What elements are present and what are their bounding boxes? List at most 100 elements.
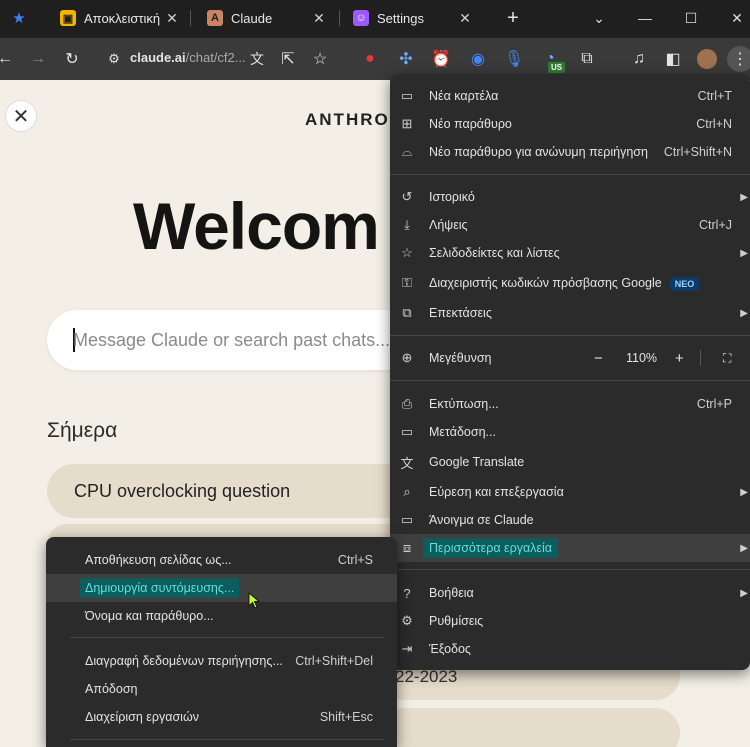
close-icon[interactable]: ✕ [457, 10, 473, 26]
menu-item-exit[interactable]: ⇥ Έξοδος [390, 635, 750, 663]
share-icon[interactable]: ⇱ [275, 46, 301, 72]
menu-divider [390, 335, 750, 336]
tab-3[interactable]: ☺ Settings ✕ [353, 0, 473, 36]
close-icon[interactable]: ✕ [311, 10, 327, 26]
menu-item-label: Διαχείριση εργασιών [85, 710, 199, 724]
menu-item-help[interactable]: ? Βοήθεια ▶ [390, 579, 750, 607]
more-tools-submenu: Αποθήκευση σελίδας ως... Ctrl+S Δημιουργ… [46, 537, 397, 747]
microphone-blue-icon[interactable]: 🎙 [501, 46, 527, 72]
menu-item-label: Άνοιγμα σε Claude [429, 513, 534, 527]
extension-network-icon[interactable]: ✣ [393, 46, 419, 72]
window-close-button[interactable]: ✕ [714, 0, 750, 36]
cast-icon: ▭ [400, 424, 414, 439]
menu-item-label: Βοήθεια [429, 586, 474, 600]
reload-icon[interactable]: ↻ [59, 46, 85, 72]
tab-1-favicon: ▣ [60, 10, 76, 26]
menu-item-bookmarks[interactable]: ☆ Σελιδοδείκτες και λίστες ▶ [390, 239, 750, 267]
bookmark-star-icon[interactable]: ★ [6, 5, 32, 31]
menu-item-label: Google Translate [429, 455, 525, 469]
menu-divider [70, 739, 385, 740]
maximize-button[interactable]: ☐ [668, 0, 714, 36]
side-panel-icon[interactable]: ◧ [660, 46, 686, 72]
chat-list-item[interactable]: CPU overclocking question [47, 464, 447, 518]
tab-2[interactable]: A Claude ✕ [207, 0, 327, 36]
search-box[interactable] [47, 310, 447, 370]
submenu-arrow-icon: ▶ [740, 542, 748, 554]
extensions-puzzle-icon[interactable]: ⧉ [574, 46, 600, 72]
menu-divider [70, 637, 385, 638]
fullscreen-icon[interactable]: ⛶ [723, 344, 731, 372]
menu-item-history[interactable]: ↺ Ιστορικό ▶ [390, 183, 750, 211]
new-window-icon: ⊞ [401, 116, 413, 131]
submenu-item-performance[interactable]: Απόδοση [46, 675, 397, 703]
tab-divider [339, 10, 340, 26]
new-tab-button[interactable]: + [500, 5, 526, 31]
chrome-main-menu: ▭ Νέα καρτέλα Ctrl+T ⊞ Νέο παράθυρο Ctrl… [390, 74, 750, 670]
menu-shortcut: Ctrl+N [696, 117, 732, 131]
submenu-arrow-icon: ▶ [740, 191, 748, 203]
translate-icon: 文 [400, 455, 414, 471]
back-arrow-icon[interactable]: ← [0, 46, 18, 72]
menu-item-new-tab[interactable]: ▭ Νέα καρτέλα Ctrl+T [390, 82, 750, 110]
submenu-item-task-manager[interactable]: Διαχείριση εργασιών Shift+Esc [46, 703, 397, 731]
translate-icon[interactable]: 文 [244, 46, 270, 72]
zoom-out-button[interactable]: − [594, 344, 603, 372]
close-button[interactable]: ✕ [5, 100, 37, 132]
submenu-item-save-page[interactable]: Αποθήκευση σελίδας ως... Ctrl+S [46, 546, 397, 574]
alarm-clock-icon[interactable]: ⏰ [428, 46, 454, 72]
zoom-icon: ⊕ [401, 350, 413, 365]
menu-item-label: Απόδοση [85, 682, 138, 696]
puzzle-icon: ⧉ [402, 305, 412, 320]
menu-item-new-window[interactable]: ⊞ Νέο παράθυρο Ctrl+N [390, 110, 750, 138]
submenu-item-name-window[interactable]: Όνομα και παράθυρο... [46, 602, 397, 630]
minimize-button[interactable]: — [622, 0, 668, 36]
new-tab-icon: ▭ [400, 88, 414, 103]
menu-item-cast[interactable]: ▭ Μετάδοση... [390, 418, 750, 446]
tab-1[interactable]: ▣ Αποκλειστική ✕ [60, 0, 180, 36]
submenu-item-clear-data[interactable]: Διαγραφή δεδομένων περιήγησης... Ctrl+Sh… [46, 647, 397, 675]
submenu-arrow-icon: ▶ [740, 247, 748, 259]
menu-item-passwords[interactable]: ⚿ Διαχειριστής κωδικών πρόσβασης Google Ν… [390, 269, 750, 297]
submenu-item-create-shortcut[interactable]: Δημιουργία συντόμευσης... [46, 574, 397, 602]
extension-blue-icon[interactable]: ◉ [465, 46, 491, 72]
site-info-icon[interactable]: ⚙ [101, 46, 127, 72]
tab-strip: ★ ▣ Αποκλειστική ✕ A Claude ✕ ☺ Settings… [0, 0, 750, 38]
menu-item-downloads[interactable]: ⤓ Λήψεις Ctrl+J [390, 211, 750, 239]
tab-3-favicon: ☺ [353, 10, 369, 26]
submenu-arrow-icon: ▶ [740, 486, 748, 498]
forward-arrow-icon[interactable]: → [25, 46, 51, 72]
tab-search-chevron-icon[interactable]: ⌄ [576, 0, 622, 36]
menu-item-zoom: ⊕ Μεγέθυνση − 110% + ⛶ [390, 344, 750, 372]
profile-avatar[interactable] [694, 46, 720, 72]
menu-item-label: Μεγέθυνση [429, 351, 492, 365]
address-bar[interactable]: claude.ai/chat/cf2... [130, 50, 246, 65]
menu-item-find-edit[interactable]: ⌕ Εύρεση και επεξεργασία ▶ [390, 478, 750, 506]
menu-item-label: Διαγραφή δεδομένων περιήγησης... [85, 654, 283, 668]
bookmark-star-outline-icon[interactable]: ☆ [307, 46, 333, 72]
submenu-arrow-icon: ▶ [740, 587, 748, 599]
menu-item-incognito[interactable]: ⌓ Νέο παράθυρο για ανώνυμη περιήγηση Ctr… [390, 138, 750, 166]
create-shortcut-label: Δημιουργία συντόμευσης... [80, 578, 240, 598]
menu-item-label: Λήψεις [429, 218, 468, 232]
section-today-heading: Σήμερα [47, 419, 118, 442]
welcome-heading: Welcom [133, 189, 380, 263]
close-icon[interactable]: ✕ [164, 10, 180, 26]
key-icon: ⚿ [402, 275, 412, 290]
menu-item-translate[interactable]: 文 Google Translate [390, 448, 750, 476]
menu-item-print[interactable]: ⎙ Εκτύπωση... Ctrl+P [390, 390, 750, 418]
menu-item-more-tools[interactable]: ⧈ Περισσότερα εργαλεία ▶ [390, 534, 750, 562]
zoom-in-button[interactable]: + [675, 344, 684, 372]
mouse-cursor-icon [248, 592, 261, 609]
help-icon: ? [403, 585, 411, 601]
menu-item-settings[interactable]: ⚙ Ρυθμίσεις [390, 607, 750, 635]
microphone-red-icon[interactable]: ● [357, 46, 383, 72]
tab-2-favicon: A [207, 10, 223, 26]
menu-divider [390, 174, 750, 175]
tab-divider [190, 10, 191, 26]
search-input[interactable] [73, 326, 413, 354]
menu-item-open-in[interactable]: ▭ Άνοιγμα σε Claude [390, 506, 750, 534]
menu-item-extensions[interactable]: ⧉ Επεκτάσεις ▶ [390, 299, 750, 327]
chat-list-item[interactable] [380, 708, 680, 747]
menu-kebab-icon[interactable]: ⋮ [727, 46, 750, 72]
reading-list-icon[interactable]: ♫ [626, 46, 652, 72]
